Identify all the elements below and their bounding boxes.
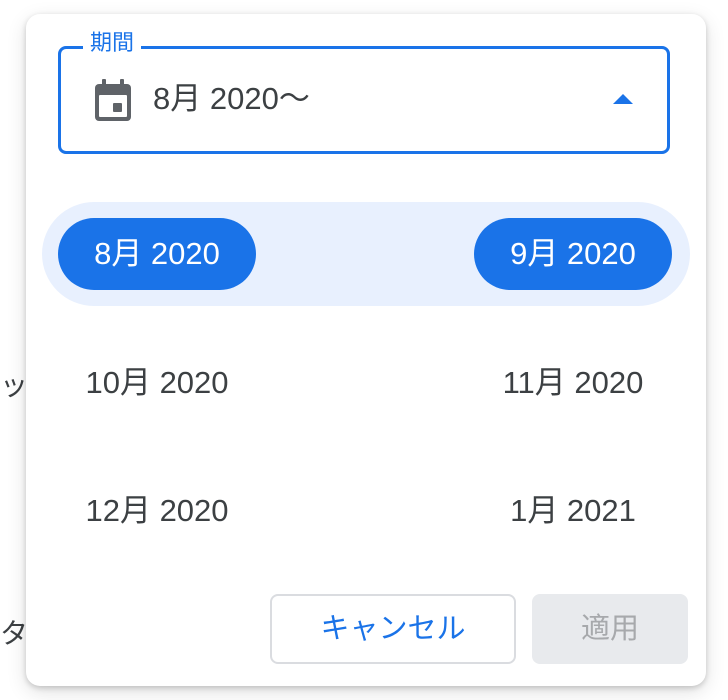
period-field-label: 期間 (83, 29, 142, 57)
month-option-oct-2020[interactable]: 10月 2020 (58, 347, 256, 419)
month-option-jan-2021[interactable]: 1月 2021 (474, 475, 672, 547)
month-option-dec-2020[interactable]: 12月 2020 (58, 475, 256, 547)
arrow-up-icon[interactable] (613, 94, 633, 104)
month-option-sep-2020[interactable]: 9月 2020 (474, 218, 672, 290)
period-field[interactable]: 期間 8月 2020〜 (58, 29, 670, 154)
apply-button[interactable]: 適用 (532, 594, 688, 664)
month-range-picker-dialog: 期間 8月 2020〜 8月 2020 9月 2020 10月 2020 11月… (26, 14, 706, 686)
background-text: タ (0, 618, 29, 649)
cancel-button[interactable]: キャンセル (270, 594, 516, 664)
period-field-value: 8月 2020〜 (153, 81, 310, 116)
calendar-icon (93, 79, 133, 123)
background-text: ッ (0, 370, 29, 401)
month-option-nov-2020[interactable]: 11月 2020 (474, 347, 672, 419)
month-option-aug-2020[interactable]: 8月 2020 (58, 218, 256, 290)
